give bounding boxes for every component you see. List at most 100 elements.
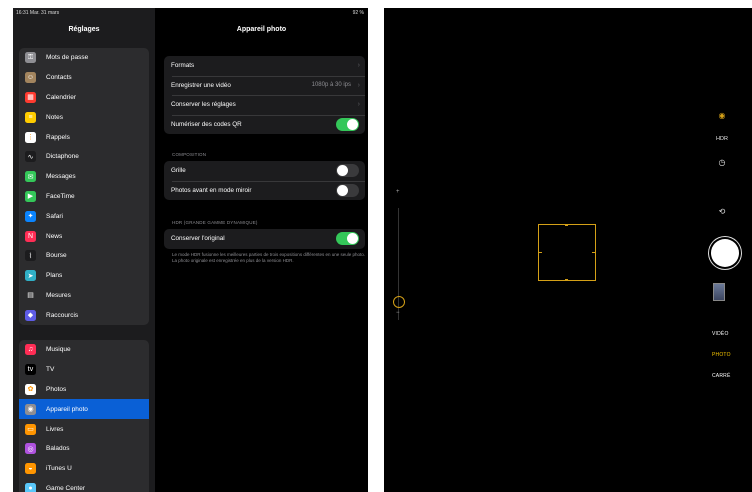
shutter-button[interactable]	[711, 239, 739, 267]
formats-row[interactable]: Formats ›	[164, 56, 365, 76]
focus-tick	[565, 279, 568, 280]
sidebar-item-label: iTunes U	[46, 465, 72, 473]
sidebar-title: Réglages	[68, 26, 100, 33]
sidebar-item-dictaphone[interactable]: ∿ Dictaphone	[19, 147, 149, 167]
dictaphone-icon: ∿	[25, 151, 36, 163]
toggle-knob	[347, 233, 358, 245]
settings-sidebar: 16:31 Mar. 31 mars Réglages ⚿ Mots de pas…	[13, 8, 155, 492]
sidebar-item-mesures[interactable]: ▤ Mesures	[19, 286, 149, 306]
mode-photo[interactable]: PHOTO	[712, 352, 731, 358]
sidebar-item-label: Messages	[46, 173, 76, 181]
sidebar-item-calendrier[interactable]: ▦ Calendrier	[19, 88, 149, 108]
sidebar-item-label: Livres	[46, 425, 64, 433]
sidebar-item-livres[interactable]: ▭ Livres	[19, 419, 149, 439]
contacts-icon: ☺	[25, 72, 36, 84]
sidebar-item-label: News	[46, 232, 63, 240]
reminders-icon: ⋮	[25, 131, 36, 143]
toggle-knob	[337, 165, 348, 177]
page-title: Appareil photo	[236, 26, 287, 33]
section-header-hdr: HDR (GRANDE GAMME DYNAMIQUE)	[172, 220, 258, 225]
sidebar-item-tv[interactable]: tv TV	[19, 360, 149, 380]
scan-qr-row: Numériser des codes QR	[164, 114, 365, 135]
sidebar-item-label: FaceTime	[46, 192, 75, 200]
zoom-minus-label: −	[396, 310, 400, 316]
game-center-icon: ●	[25, 482, 36, 492]
timer-icon[interactable]: ◷	[716, 158, 728, 167]
mirror-toggle[interactable]	[336, 183, 359, 197]
sidebar-item-messages[interactable]: ✉ Messages	[19, 167, 149, 187]
sidebar-item-photos[interactable]: ✿ Photos	[19, 380, 149, 400]
sidebar-item-bourse[interactable]: ⌇ Bourse	[19, 246, 149, 266]
sidebar-item-label: Plans	[46, 272, 63, 280]
messages-icon: ✉	[25, 171, 36, 183]
mode-video[interactable]: VIDÉO	[712, 331, 729, 337]
calendar-icon: ▦	[25, 91, 36, 103]
sidebar-item-label: Photos	[46, 385, 67, 393]
sidebar-item-rappels[interactable]: ⋮ Rappels	[19, 127, 149, 147]
keep-settings-row[interactable]: Conserver les réglages ›	[164, 95, 365, 115]
sidebar-item-contacts[interactable]: ☺ Contacts	[19, 68, 149, 88]
grid-row: Grille	[164, 161, 365, 181]
composition-card: Grille Photos avant en mode miroir	[164, 161, 365, 200]
camera-options-card: Formats › Enregistrer une vidéo 1080p à …	[164, 56, 365, 134]
grid-label: Grille	[171, 167, 186, 175]
camera-viewfinder[interactable]: + − ◉ HDR ◷ ⟲ VIDÉO PHOTO CARRÉ	[384, 8, 752, 492]
hdr-footnote: Le mode HDR fusionne les meilleures part…	[172, 252, 366, 263]
sidebar-item-news[interactable]: N News	[19, 226, 149, 246]
sidebar-item-musique[interactable]: ♫ Musique	[19, 340, 149, 360]
camera-icon: ◉	[25, 403, 36, 415]
focus-tick	[592, 252, 595, 253]
sidebar-item-notes[interactable]: ≡ Notes	[19, 107, 149, 127]
sidebar-item-label: Calendrier	[46, 93, 76, 101]
focus-tick	[539, 252, 542, 253]
hdr-toggle[interactable]: HDR	[716, 136, 728, 142]
scan-qr-toggle[interactable]	[336, 117, 359, 131]
status-bar: 16:31 Mar. 31 mars	[13, 10, 155, 18]
mirror-row: Photos avant en mode miroir	[164, 180, 365, 201]
sidebar-item-label: Raccourcis	[46, 311, 79, 319]
focus-square	[538, 224, 596, 281]
sidebar-item-label: Mesures	[46, 291, 71, 299]
sidebar-item-balados[interactable]: ◎ Balados	[19, 439, 149, 459]
sidebar-item-safari[interactable]: ✦ Safari	[19, 206, 149, 226]
record-video-row[interactable]: Enregistrer une vidéo 1080p à 30 ips ›	[164, 75, 365, 96]
hdr-card: Conserver l'original	[164, 229, 365, 249]
sidebar-item-game-center[interactable]: ● Game Center	[19, 479, 149, 492]
sidebar-item-mots-de-passe[interactable]: ⚿ Mots de passe	[19, 48, 149, 68]
keep-settings-label: Conserver les réglages	[171, 101, 236, 109]
sidebar-item-label: Game Center	[46, 484, 86, 492]
record-video-value: 1080p à 30 ips	[311, 82, 351, 89]
facetime-icon: ▶	[25, 190, 36, 202]
sidebar-item-label: Musique	[46, 346, 71, 354]
sidebar-item-label: Mots de passe	[46, 54, 89, 62]
toggle-knob	[337, 184, 348, 196]
camera-settings-detail: 92 % Appareil photo Formats › Enregistre…	[155, 8, 368, 492]
sidebar-item-itunes-u[interactable]: ◒ iTunes U	[19, 459, 149, 479]
live-photo-icon[interactable]: ◉	[716, 111, 728, 120]
record-video-label: Enregistrer une vidéo	[171, 81, 231, 89]
keep-original-row: Conserver l'original	[164, 229, 365, 249]
measure-icon: ▤	[25, 289, 36, 301]
sidebar-item-label: Rappels	[46, 133, 70, 141]
sidebar-item-facetime[interactable]: ▶ FaceTime	[19, 187, 149, 207]
sidebar-item-label: TV	[46, 366, 55, 374]
photos-icon: ✿	[25, 383, 36, 395]
switch-camera-icon[interactable]: ⟲	[716, 207, 728, 216]
sidebar-item-label: Contacts	[46, 74, 72, 82]
chevron-right-icon: ›	[357, 81, 360, 89]
books-icon: ▭	[25, 423, 36, 435]
mode-square[interactable]: CARRÉ	[712, 373, 731, 379]
section-header-composition: COMPOSITION	[172, 152, 207, 157]
sidebar-item-label: Bourse	[46, 252, 67, 260]
sidebar-item-raccourcis[interactable]: ◆ Raccourcis	[19, 305, 149, 325]
sidebar-item-plans[interactable]: ➤ Plans	[19, 266, 149, 286]
keep-original-label: Conserver l'original	[171, 235, 225, 243]
zoom-slider-knob[interactable]	[393, 296, 405, 308]
grid-toggle[interactable]	[336, 164, 359, 178]
sidebar-item-appareil-photo[interactable]: ◉ Appareil photo	[19, 399, 149, 420]
sidebar-item-label: Appareil photo	[46, 405, 88, 413]
last-photo-thumbnail[interactable]	[713, 283, 725, 301]
status-bar-right: 92 %	[155, 10, 368, 18]
keep-original-toggle[interactable]	[336, 232, 359, 246]
chevron-right-icon: ›	[357, 62, 360, 70]
